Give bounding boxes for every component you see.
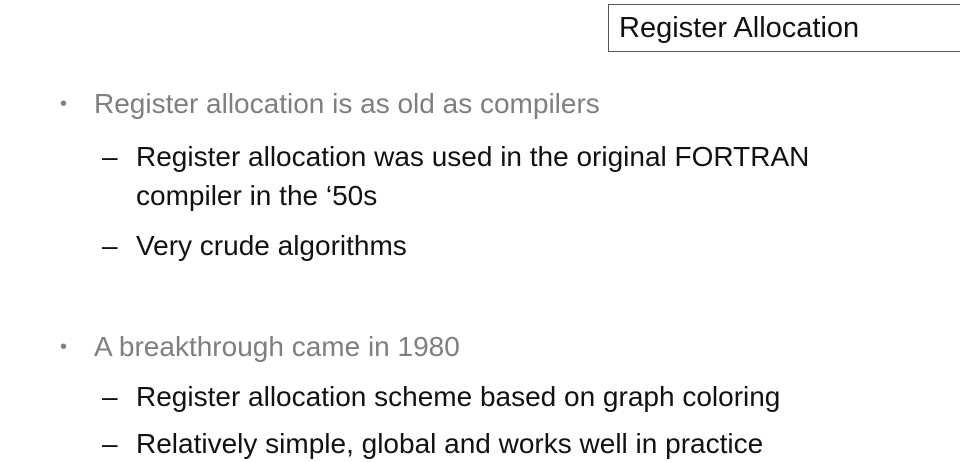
bullet-item: • Register allocation is as old as compi… — [60, 86, 600, 122]
sub-bullet-continuation: compiler in the ‘50s — [136, 178, 377, 214]
dash-marker: – — [102, 428, 118, 459]
sub-bullet-item: – Very crude algorithms — [102, 228, 407, 264]
bullet-marker: • — [60, 336, 68, 358]
bullet-text: A breakthrough came in 1980 — [94, 331, 460, 362]
dash-marker: – — [102, 381, 118, 412]
sub-bullet-item: – Register allocation was used in the or… — [102, 139, 809, 175]
sub-bullet-text: Register allocation scheme based on grap… — [136, 381, 781, 412]
sub-bullet-text: Very crude algorithms — [136, 230, 407, 261]
sub-bullet-text: Relatively simple, global and works well… — [136, 428, 764, 459]
bullet-text: Register allocation is as old as compile… — [94, 88, 600, 119]
bullet-marker: • — [60, 93, 68, 115]
dash-marker: – — [102, 230, 118, 261]
sub-bullet-text: compiler in the ‘50s — [136, 180, 378, 211]
slide-title: Register Allocation — [608, 4, 960, 52]
sub-bullet-text: Register allocation was used in the orig… — [136, 141, 810, 172]
sub-bullet-item: – Register allocation scheme based on gr… — [102, 379, 780, 415]
sub-bullet-item: – Relatively simple, global and works we… — [102, 426, 763, 462]
bullet-item: • A breakthrough came in 1980 — [60, 329, 460, 365]
dash-marker: – — [102, 141, 118, 172]
